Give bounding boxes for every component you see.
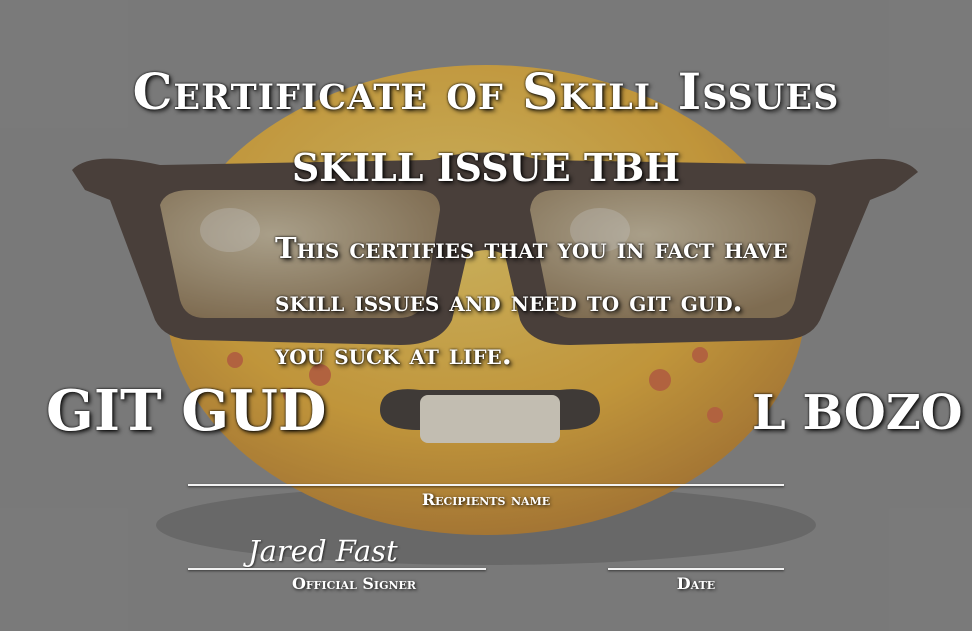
recipient-label: Recipients name [421,490,551,509]
date-label: Date [676,574,716,593]
recipient-line [188,484,784,486]
date-line [608,568,784,570]
certificate-body: This certifies that you in fact have ski… [275,231,788,371]
certificate: Certificate of Skill Issues SKILL ISSUE … [0,0,972,631]
signature: Jared Fast [248,534,398,568]
signer-line [188,568,486,570]
left-caption: GIT GUD [46,378,327,444]
signer-label: Official Signer [291,574,417,593]
right-caption: L BOZO [752,385,963,441]
certificate-title: Certificate of Skill Issues [132,62,840,121]
certificate-subtitle: SKILL ISSUE TBH [291,145,681,190]
